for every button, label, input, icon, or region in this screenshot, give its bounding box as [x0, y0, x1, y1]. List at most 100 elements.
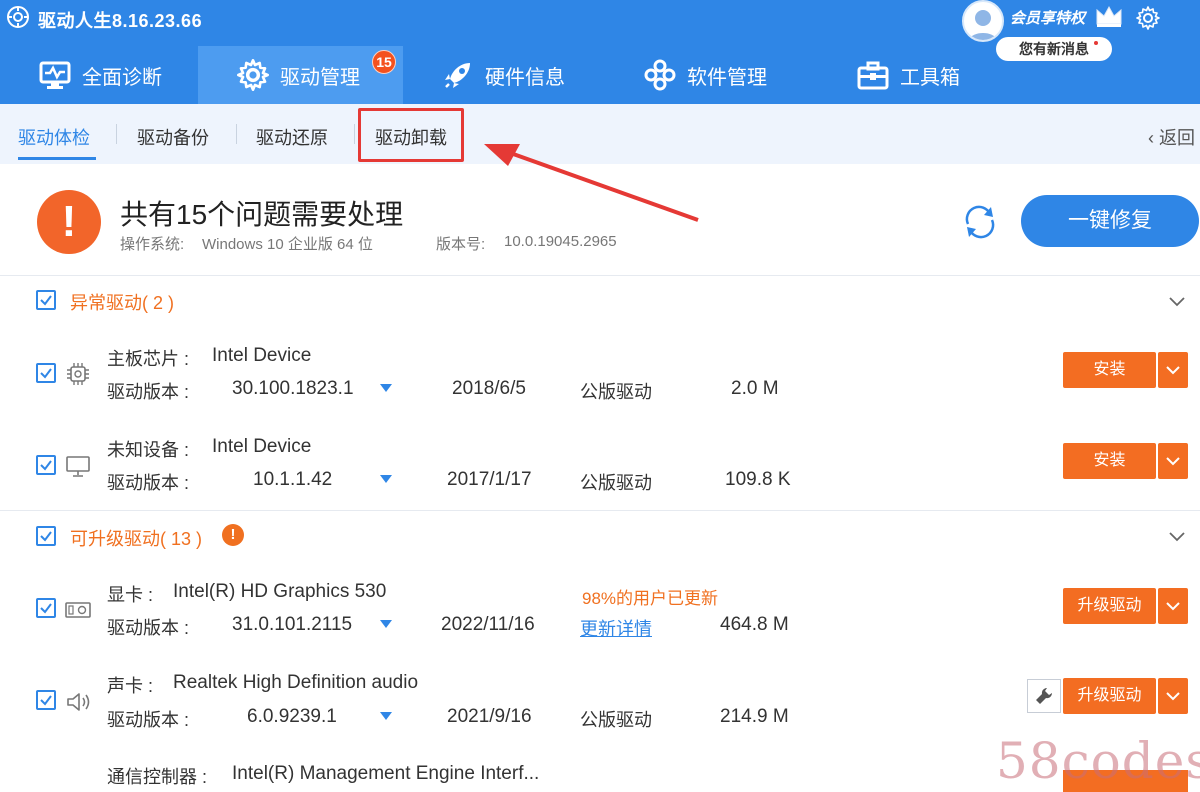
gear-icon [236, 58, 270, 92]
row-checkbox[interactable] [36, 363, 56, 383]
chevron-down-icon [1166, 602, 1180, 611]
version-label: 版本号: [436, 236, 486, 253]
tab-toolbox[interactable]: 工具箱 [856, 46, 960, 104]
chevron-down-icon[interactable] [1168, 296, 1186, 308]
speaker-icon [67, 693, 90, 711]
driver-type: 公版驱动 [580, 473, 652, 493]
driver-date: 2018/6/5 [452, 378, 526, 399]
subtab-driver-backup[interactable]: 驱动备份 [137, 124, 209, 150]
title-bar: 驱动人生8.16.23.66 会员享特权 [0, 0, 1200, 42]
section-abnormal-title: 异常驱动( 2 ) [70, 293, 175, 313]
back-label: 返回 [1159, 128, 1195, 148]
subtab-driver-check[interactable]: 驱动体检 [18, 124, 90, 150]
apps-icon [643, 58, 677, 92]
caret-down-icon[interactable] [380, 384, 392, 392]
toolbox-icon [856, 58, 890, 92]
graphics-card-icon [65, 602, 91, 618]
version-value: 10.0.19045.2965 [504, 233, 617, 250]
tab-label: 工具箱 [900, 66, 960, 89]
install-dropdown-button[interactable] [1158, 352, 1188, 388]
install-button[interactable]: 安装 [1063, 443, 1156, 479]
subtab-driver-restore[interactable]: 驱动还原 [256, 124, 328, 150]
device-name: Intel(R) Management Engine Interf... [232, 763, 540, 784]
tab-label: 全面诊断 [82, 66, 162, 89]
chip-icon [67, 363, 89, 385]
driver-version[interactable]: 30.100.1823.1 [232, 378, 354, 400]
version-label: 驱动版本 : [107, 710, 190, 730]
row-checkbox[interactable] [36, 690, 56, 710]
device-name: Intel(R) HD Graphics 530 [173, 581, 387, 602]
caret-down-icon[interactable] [380, 620, 392, 628]
tab-label: 硬件信息 [485, 66, 565, 89]
update-hint: 98%的用户已更新 [582, 589, 719, 608]
upgrade-driver-button[interactable]: 升级驱动 [1063, 678, 1156, 714]
driver-date: 2022/11/16 [441, 614, 535, 635]
gear-icon[interactable] [1136, 6, 1160, 30]
tab-label: 驱动管理 [280, 66, 360, 89]
driver-version[interactable]: 31.0.101.2115 [232, 614, 352, 636]
chevron-down-icon [1166, 366, 1180, 375]
separator [116, 124, 117, 144]
vip-label[interactable]: 会员享特权 [1010, 7, 1085, 28]
check-icon [40, 460, 52, 471]
repair-tool-button[interactable] [1027, 679, 1061, 713]
device-category: 未知设备 : [107, 440, 190, 460]
check-icon [40, 695, 52, 706]
back-button[interactable]: ‹ 返回 [1148, 124, 1195, 150]
unread-dot [1094, 41, 1098, 45]
device-name: Intel Device [212, 436, 312, 457]
check-icon [40, 603, 52, 614]
warning-icon: ! [37, 190, 101, 254]
os-value: Windows 10 企业版 64 位 [202, 236, 373, 253]
caret-down-icon[interactable] [380, 475, 392, 483]
upgrade-dropdown-button[interactable] [1158, 588, 1188, 624]
device-name: Intel Device [212, 345, 312, 366]
section-upgradable-title: 可升级驱动( 13 ) [70, 529, 203, 549]
chevron-left-icon: ‹ [1148, 128, 1159, 148]
tab-software-management[interactable]: 软件管理 [643, 46, 767, 104]
caret-down-icon[interactable] [380, 712, 392, 720]
section-abnormal-checkbox[interactable] [36, 290, 56, 310]
driver-size: 214.9 M [720, 706, 789, 727]
device-category: 声卡 : [107, 676, 154, 696]
row-checkbox[interactable] [36, 455, 56, 475]
driver-type: 公版驱动 [580, 382, 652, 402]
install-dropdown-button[interactable] [1158, 443, 1188, 479]
section-upgradable-checkbox[interactable] [36, 526, 56, 546]
watermark: 58codes [996, 732, 1200, 790]
check-icon [40, 295, 52, 306]
device-category: 通信控制器 : [107, 767, 208, 787]
driver-version[interactable]: 10.1.1.42 [253, 469, 332, 491]
upgrade-dropdown-button[interactable] [1158, 678, 1188, 714]
row-checkbox[interactable] [36, 598, 56, 618]
active-tab-indicator [18, 157, 96, 160]
tab-hardware-info[interactable]: 硬件信息 [441, 46, 565, 104]
app-header: 驱动人生8.16.23.66 会员享特权 您有新消息 全面诊断 驱动管理 15 … [0, 0, 1200, 104]
driver-version[interactable]: 6.0.9239.1 [247, 706, 337, 728]
os-label: 操作系统: [120, 236, 185, 253]
version-label: 驱动版本 : [107, 618, 190, 638]
avatar[interactable] [962, 0, 1004, 42]
tab-full-diagnosis[interactable]: 全面诊断 [38, 46, 162, 104]
driver-size: 109.8 K [725, 469, 791, 490]
version-label: 驱动版本 : [107, 473, 190, 493]
driver-date: 2021/9/16 [447, 706, 532, 727]
refresh-icon[interactable] [960, 202, 1000, 242]
tab-driver-management[interactable]: 驱动管理 [198, 46, 403, 104]
tab-label: 软件管理 [687, 66, 767, 89]
driver-size: 2.0 M [731, 378, 779, 399]
crown-icon[interactable] [1094, 4, 1124, 28]
separator [354, 124, 355, 144]
update-details-link[interactable]: 更新详情 [580, 615, 652, 641]
chevron-down-icon[interactable] [1168, 531, 1186, 543]
wrench-icon [1036, 687, 1053, 704]
highlight-box [358, 108, 464, 162]
check-icon [40, 368, 52, 379]
install-button[interactable]: 安装 [1063, 352, 1156, 388]
driver-size: 464.8 M [720, 614, 789, 635]
upgrade-driver-button[interactable]: 升级驱动 [1063, 588, 1156, 624]
divider [0, 510, 1200, 511]
user-icon [968, 10, 998, 40]
divider [0, 275, 1200, 276]
one-click-fix-button[interactable]: 一键修复 [1021, 195, 1199, 247]
